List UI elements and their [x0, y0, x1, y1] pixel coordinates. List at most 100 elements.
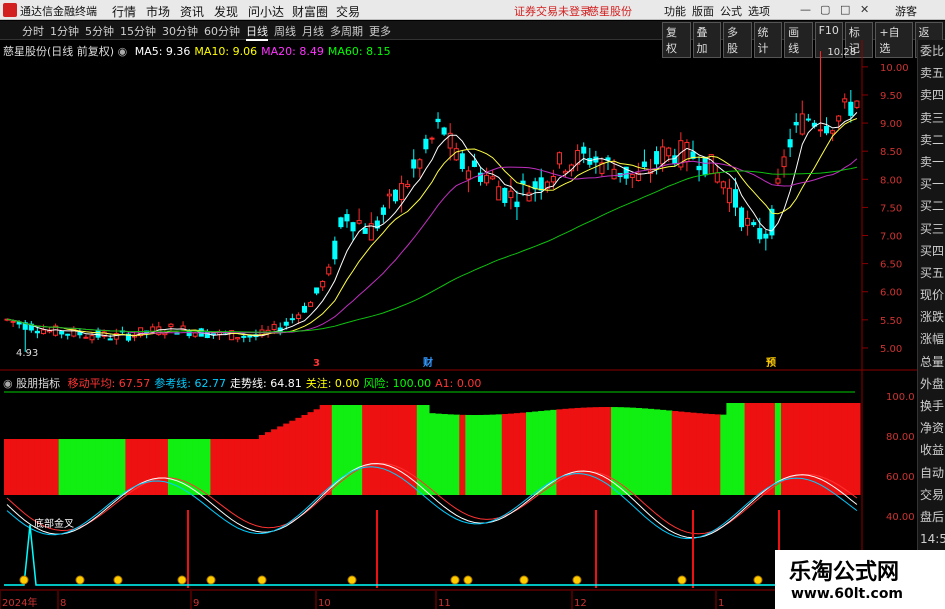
close-icon[interactable]: ✕: [860, 3, 869, 16]
candle-body: [660, 146, 666, 165]
tab-period-4[interactable]: 30分钟: [162, 23, 198, 41]
candle-body: [581, 146, 587, 154]
side-panel-item[interactable]: 盘后: [918, 506, 945, 528]
ma-label-2: MA20: 8.49: [261, 45, 324, 58]
chart-canvas[interactable]: 10.28 4.93 3 财 预 底部金叉 10.00 9.50 9.00 8.50 8.00 7…: [0, 40, 917, 609]
candle-body: [629, 174, 635, 178]
indicator-bar: [465, 414, 473, 495]
menu-item-discover[interactable]: 发现: [214, 3, 248, 20]
period-tabs: 分时 1分钟 5分钟 15分钟 30分钟 60分钟 日线 周线 月线 多周期 更多: [22, 23, 397, 41]
money-bag-icon: [450, 575, 460, 585]
menu-item-options[interactable]: 选项: [748, 3, 776, 19]
app-logo-icon: [3, 3, 17, 17]
candle-body: [611, 168, 617, 180]
candle-body: [739, 207, 745, 228]
indicator-bar: [714, 414, 721, 495]
indicator-bar: [483, 414, 491, 495]
tab-period-1[interactable]: 1分钟: [50, 23, 79, 41]
menu-item-ask[interactable]: 问小达: [248, 3, 292, 20]
y-tick-label: 5.50: [880, 316, 902, 327]
x-axis-label: 9: [193, 598, 199, 609]
menu-item-formula[interactable]: 公式: [720, 3, 748, 19]
watermark: 乐淘公式网 www.60lt.com: [775, 550, 945, 609]
x-axis-label: 1: [718, 598, 724, 609]
indicator-bar: [82, 439, 90, 495]
side-panel-item[interactable]: 卖二: [918, 129, 945, 151]
tab-period-2[interactable]: 5分钟: [85, 23, 114, 41]
indicator-bar: [40, 439, 48, 495]
low-price-label: 4.93: [16, 348, 38, 359]
user-guest[interactable]: 游客: [895, 3, 917, 19]
indicator-bar: [46, 439, 54, 495]
menu-item-trade[interactable]: 交易: [336, 3, 370, 20]
indicator-bar: [143, 439, 151, 495]
indicator-bar: [350, 405, 357, 495]
indicator-bar: [708, 414, 715, 495]
candle-body: [587, 158, 593, 165]
side-panel-item[interactable]: 收益: [918, 439, 945, 461]
side-panel-item[interactable]: 涨幅: [918, 328, 945, 350]
menu-item-wealth[interactable]: 财富圈: [292, 3, 336, 20]
ma-line-10: [6, 118, 858, 337]
indicator-bar: [665, 410, 673, 495]
tab-period-9[interactable]: 多周期: [330, 23, 363, 41]
menu-item-function[interactable]: 功能: [664, 3, 692, 19]
candle-body: [271, 323, 277, 330]
event-marker: 预: [766, 357, 776, 369]
indicator-bar: [507, 413, 515, 495]
indicator-label-5: A1: 0.00: [435, 377, 482, 390]
side-panel-item[interactable]: 外盘: [918, 373, 945, 395]
tab-period-8[interactable]: 月线: [302, 23, 324, 41]
side-panel-item[interactable]: 现价: [918, 284, 945, 306]
indicator-bar: [265, 432, 272, 495]
indicator-bar: [756, 403, 764, 495]
indicator-settings-icon[interactable]: ◉: [3, 377, 13, 390]
event-marker: 3: [313, 358, 320, 369]
menu-item-news[interactable]: 资讯: [180, 3, 214, 20]
indicator-bar: [435, 413, 442, 495]
side-panel-item[interactable]: 净资: [918, 417, 945, 439]
tab-period-7[interactable]: 周线: [274, 23, 296, 41]
watermark-title: 乐淘公式网: [789, 559, 900, 585]
indicator-bar: [768, 403, 776, 495]
stock-link[interactable]: 慈星股份: [588, 3, 632, 19]
side-panel-item[interactable]: 买二: [918, 195, 945, 217]
side-panel-item[interactable]: 换手: [918, 395, 945, 417]
menu-item-quotes[interactable]: 行情: [112, 3, 146, 20]
tab-period-10[interactable]: 更多: [369, 23, 391, 41]
indicator-bar: [271, 429, 278, 495]
side-panel-item[interactable]: 卖四: [918, 84, 945, 106]
side-panel-item[interactable]: 卖三: [918, 107, 945, 129]
side-panel-item[interactable]: 14:56: [918, 528, 945, 550]
menu-item-layout[interactable]: 版面: [692, 3, 720, 19]
side-panel-item[interactable]: 买三: [918, 218, 945, 240]
candle-body: [745, 217, 751, 226]
login-notice[interactable]: 证券交易未登录: [514, 3, 591, 19]
tab-period-6[interactable]: 日线: [246, 23, 268, 41]
indicator-bar: [677, 411, 685, 495]
side-panel-item[interactable]: 涨跌: [918, 306, 945, 328]
y-tick-label: 7.00: [880, 232, 902, 243]
candle-body: [781, 156, 787, 168]
candle-body: [107, 338, 113, 341]
side-panel-item[interactable]: 总量: [918, 351, 945, 373]
tab-period-0[interactable]: 分时: [22, 23, 44, 41]
side-panel-item[interactable]: 委比: [918, 40, 945, 62]
side-panel-item[interactable]: 买五: [918, 262, 945, 284]
menu-item-market[interactable]: 市场: [146, 3, 180, 20]
tab-period-3[interactable]: 15分钟: [120, 23, 156, 41]
info-icon[interactable]: ◉: [118, 45, 128, 58]
minimize-icon[interactable]: —: [800, 3, 811, 16]
maximize-icon[interactable]: □: [840, 3, 850, 16]
side-panel-item[interactable]: 自动: [918, 462, 945, 484]
side-panel-item[interactable]: 买四: [918, 240, 945, 262]
side-panel-item[interactable]: 卖一: [918, 151, 945, 173]
side-panel-item[interactable]: 交易: [918, 484, 945, 506]
side-panel-item[interactable]: 买一: [918, 173, 945, 195]
quote-side-panel: 委比 卖五 卖四 卖三 卖二 卖一 买一 买二 买三 买四 买五 现价 涨跌 涨幅 总量 外盘 换手 净资 收益 自动…: [917, 40, 945, 609]
restore-icon[interactable]: ▢: [820, 3, 830, 16]
candle-body: [757, 228, 763, 240]
candle-body: [496, 186, 502, 201]
side-panel-item[interactable]: 卖五: [918, 62, 945, 84]
tab-period-5[interactable]: 60分钟: [204, 23, 240, 41]
